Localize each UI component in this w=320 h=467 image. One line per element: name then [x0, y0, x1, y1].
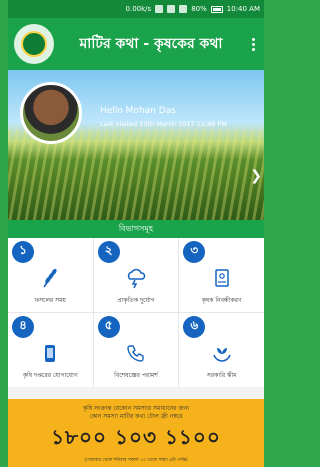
app-screen: 0.00k/s 80% 10:40 AM মাটির কথা - কৃষকের … [8, 0, 264, 467]
chevron-right-icon[interactable]: ❯ [250, 168, 262, 184]
phone-call-icon [127, 345, 144, 362]
service-number-badge: ২ [97, 241, 120, 263]
service-crop-time[interactable]: ১ ফসলের সময় [8, 238, 93, 312]
hands-plant-icon [212, 348, 231, 362]
sim-icon [155, 5, 164, 13]
services-heading: বিভাগসমূহ [8, 220, 264, 238]
service-label: বিশেষজ্ঞের পরামর্শ [114, 372, 158, 379]
service-expert-advice[interactable]: ৫ বিশেষজ্ঞের পরামর্শ [93, 313, 179, 387]
mobile-phone-icon [45, 345, 56, 362]
service-label: কৃষি দপ্তরের যোগাযোগ [22, 372, 78, 379]
service-label: ফসলের সময় [34, 297, 66, 304]
logo-emblem-icon [21, 31, 47, 57]
helpline-text-1: কৃষি সংক্রান্ত যেকোন সমস্যার সমাধানের জন… [82, 405, 190, 412]
service-number-badge: ৫ [97, 316, 120, 338]
battery-percent: 80% [191, 5, 207, 13]
wifi-icon [167, 5, 176, 13]
helpline-text-2: কোন সমস্যা মাটির কথা টোল ফ্রী নম্বরে [89, 413, 183, 420]
storm-cloud-icon [127, 268, 146, 289]
battery-icon [210, 5, 223, 13]
phone-frame: 0.00k/s 80% 10:40 AM মাটির কথা - কৃষকের … [0, 0, 264, 467]
app-bar: মাটির কথা - কৃষকের কথা [8, 18, 264, 70]
service-number-badge: ৪ [12, 316, 34, 338]
clock: 10:40 AM [226, 5, 260, 13]
service-number-badge: ৩ [183, 241, 206, 263]
service-number-badge: ৬ [183, 316, 206, 338]
last-visited: Last visited 13th March 2017 11:46 PM [100, 120, 228, 128]
hero-banner: Hello Mohan Das Last visited 13th March … [8, 70, 264, 220]
network-speed: 0.00k/s [125, 5, 152, 13]
service-label: সরকারি স্কীম [206, 372, 237, 379]
service-agri-office-contact[interactable]: ৪ কৃষি দপ্তরের যোগাযোগ [8, 313, 93, 387]
registration-form-icon [214, 269, 229, 287]
services-grid: ১ ফসলের সময় ২ প্রাকৃতিক দুর্যোগ ৩ কৃষক … [8, 238, 264, 387]
helpline-hours: (সোমবার থেকে শনিবার সকাল ১০ থেকে সন্ধ্যা… [84, 458, 188, 463]
helpline-banner[interactable]: কৃষি সংক্রান্ত যেকোন সমস্যার সমাধানের জন… [8, 399, 264, 467]
app-logo [14, 24, 54, 64]
overflow-menu-icon[interactable] [248, 37, 258, 51]
service-label: কৃষক নিবন্ধীকরণ [201, 297, 242, 304]
service-number-badge: ১ [12, 241, 34, 263]
avatar[interactable] [20, 82, 82, 144]
status-bar: 0.00k/s 80% 10:40 AM [8, 0, 264, 18]
greeting: Hello Mohan Das [100, 106, 176, 116]
service-natural-disaster[interactable]: ২ প্রাকৃতিক দুর্যোগ [93, 238, 179, 312]
signal-icon [179, 5, 188, 13]
service-label: প্রাকৃতিক দুর্যোগ [117, 297, 155, 304]
service-govt-scheme[interactable]: ৬ সরকারি স্কীম [179, 313, 264, 387]
helpline-number[interactable]: ১৮০০ ১০৩ ১১০০ [8, 423, 264, 456]
app-title: মাটির কথা - কৃষকের কথা [79, 36, 223, 52]
service-farmer-registration[interactable]: ৩ কৃষক নিবন্ধীকরণ [179, 238, 264, 312]
wheat-icon [43, 268, 57, 288]
